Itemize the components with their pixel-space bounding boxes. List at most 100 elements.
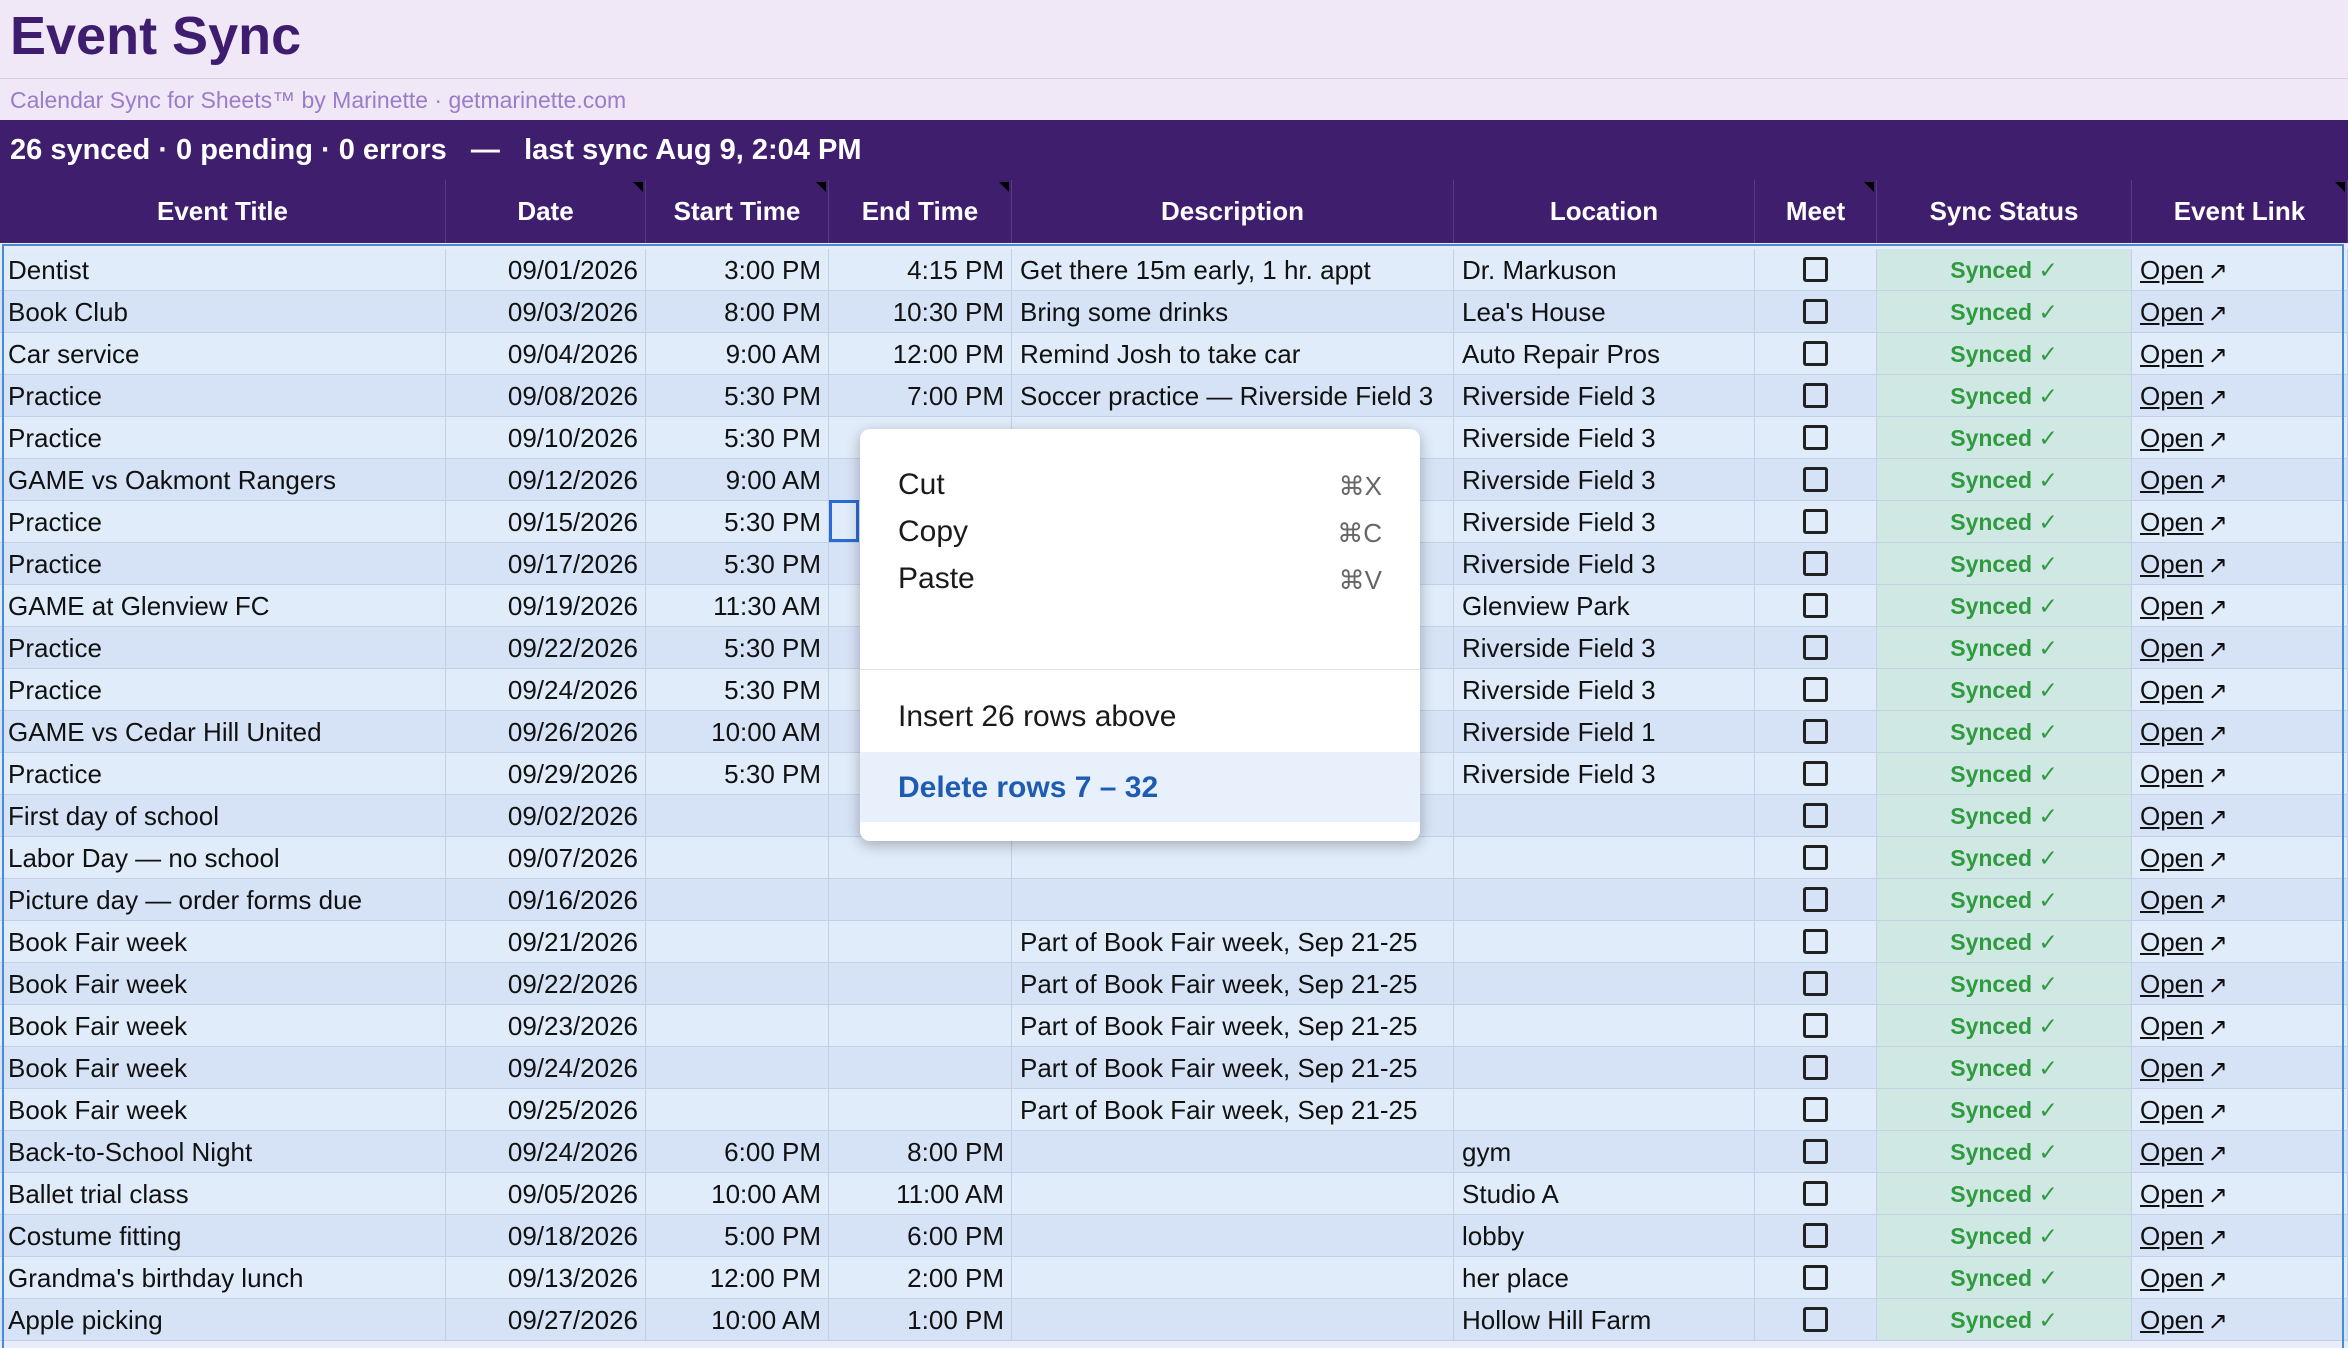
- cell-start-time[interactable]: 5:30 PM: [646, 375, 829, 417]
- cell-event-title[interactable]: Labor Day — no school: [0, 837, 446, 879]
- cell-event-link[interactable]: Open ↗: [2132, 627, 2348, 669]
- open-event-link[interactable]: Open: [2140, 843, 2204, 873]
- cell-meet[interactable]: [1755, 1299, 1877, 1341]
- open-event-link[interactable]: Open: [2140, 549, 2204, 579]
- cell-event-title[interactable]: Practice: [0, 501, 446, 543]
- cell-date[interactable]: 09/02/2026: [446, 795, 646, 837]
- cell-end-time[interactable]: [829, 837, 1012, 879]
- cell-event-title[interactable]: Book Fair week: [0, 1005, 446, 1047]
- meet-checkbox[interactable]: [1803, 887, 1828, 912]
- cell-start-time[interactable]: 10:00 AM: [646, 711, 829, 753]
- cell-description[interactable]: Part of Book Fair week, Sep 21-25: [1012, 1047, 1454, 1089]
- cell-event-title[interactable]: Book Fair week: [0, 963, 446, 1005]
- cell-date[interactable]: 09/24/2026: [446, 1047, 646, 1089]
- cell-location[interactable]: Glenview Park: [1454, 585, 1755, 627]
- cell-start-time[interactable]: 5:00 PM: [646, 1215, 829, 1257]
- cell-description[interactable]: Part of Book Fair week, Sep 21-25: [1012, 921, 1454, 963]
- cell-location[interactable]: Studio A: [1454, 1173, 1755, 1215]
- cell-meet[interactable]: [1755, 459, 1877, 501]
- filter-dropdown-icon[interactable]: [999, 182, 1009, 192]
- cell-date[interactable]: 09/01/2026: [446, 249, 646, 291]
- cell-meet[interactable]: [1755, 375, 1877, 417]
- cell-start-time[interactable]: [646, 1005, 829, 1047]
- cell-start-time[interactable]: [646, 1089, 829, 1131]
- cell-meet[interactable]: [1755, 501, 1877, 543]
- meet-checkbox[interactable]: [1803, 845, 1828, 870]
- cell-event-title[interactable]: GAME vs Oakmont Rangers: [0, 459, 446, 501]
- cell-location[interactable]: [1454, 1005, 1755, 1047]
- meet-checkbox[interactable]: [1803, 1181, 1828, 1206]
- cell-event-link[interactable]: Open ↗: [2132, 753, 2348, 795]
- cell-location[interactable]: her place: [1454, 1257, 1755, 1299]
- cell-location[interactable]: lobby: [1454, 1215, 1755, 1257]
- open-event-link[interactable]: Open: [2140, 591, 2204, 621]
- column-header-event-title[interactable]: Event Title: [0, 180, 446, 243]
- cell-event-title[interactable]: Dentist: [0, 249, 446, 291]
- cell-location[interactable]: [1454, 795, 1755, 837]
- column-header-description[interactable]: Description: [1012, 180, 1454, 243]
- meet-checkbox[interactable]: [1803, 803, 1828, 828]
- cell-location[interactable]: Riverside Field 3: [1454, 501, 1755, 543]
- open-event-link[interactable]: Open: [2140, 423, 2204, 453]
- cell-location[interactable]: Riverside Field 3: [1454, 627, 1755, 669]
- cell-meet[interactable]: [1755, 669, 1877, 711]
- cell-start-time[interactable]: 5:30 PM: [646, 417, 829, 459]
- cell-event-title[interactable]: Book Fair week: [0, 921, 446, 963]
- cell-event-title[interactable]: Book Club: [0, 291, 446, 333]
- cell-meet[interactable]: [1755, 921, 1877, 963]
- open-event-link[interactable]: Open: [2140, 675, 2204, 705]
- cell-description[interactable]: [1012, 1257, 1454, 1299]
- column-header-location[interactable]: Location: [1454, 180, 1755, 243]
- cell-location[interactable]: Riverside Field 3: [1454, 375, 1755, 417]
- cell-event-title[interactable]: Car service: [0, 333, 446, 375]
- cell-start-time[interactable]: 5:30 PM: [646, 501, 829, 543]
- cell-event-title[interactable]: GAME at Glenview FC: [0, 585, 446, 627]
- cell-date[interactable]: 09/25/2026: [446, 1089, 646, 1131]
- cell-date[interactable]: 09/07/2026: [446, 837, 646, 879]
- cell-meet[interactable]: [1755, 753, 1877, 795]
- cell-event-link[interactable]: Open ↗: [2132, 1131, 2348, 1173]
- meet-checkbox[interactable]: [1803, 1265, 1828, 1290]
- cell-start-time[interactable]: 6:00 PM: [646, 1131, 829, 1173]
- cell-location[interactable]: Dr. Markuson: [1454, 249, 1755, 291]
- cell-location[interactable]: Riverside Field 3: [1454, 753, 1755, 795]
- cell-event-title[interactable]: Book Fair week: [0, 1047, 446, 1089]
- cell-meet[interactable]: [1755, 333, 1877, 375]
- open-event-link[interactable]: Open: [2140, 633, 2204, 663]
- cell-meet[interactable]: [1755, 1257, 1877, 1299]
- cell-start-time[interactable]: 12:00 PM: [646, 1257, 829, 1299]
- cell-date[interactable]: 09/10/2026: [446, 417, 646, 459]
- cell-event-link[interactable]: Open ↗: [2132, 333, 2348, 375]
- open-event-link[interactable]: Open: [2140, 465, 2204, 495]
- cell-location[interactable]: [1454, 963, 1755, 1005]
- cell-start-time[interactable]: 9:00 AM: [646, 333, 829, 375]
- cell-date[interactable]: 09/13/2026: [446, 1257, 646, 1299]
- cell-event-link[interactable]: Open ↗: [2132, 585, 2348, 627]
- cell-meet[interactable]: [1755, 963, 1877, 1005]
- cell-description[interactable]: [1012, 837, 1454, 879]
- cell-event-title[interactable]: Practice: [0, 753, 446, 795]
- meet-checkbox[interactable]: [1803, 1223, 1828, 1248]
- cell-start-time[interactable]: 10:00 AM: [646, 1299, 829, 1341]
- cell-date[interactable]: 09/03/2026: [446, 291, 646, 333]
- cell-event-link[interactable]: Open ↗: [2132, 1089, 2348, 1131]
- cell-event-title[interactable]: Apple picking: [0, 1299, 446, 1341]
- cell-start-time[interactable]: [646, 963, 829, 1005]
- cell-event-title[interactable]: Practice: [0, 375, 446, 417]
- cell-end-time[interactable]: [829, 1047, 1012, 1089]
- open-event-link[interactable]: Open: [2140, 759, 2204, 789]
- column-header-date[interactable]: Date: [446, 180, 646, 243]
- cell-event-link[interactable]: Open ↗: [2132, 1215, 2348, 1257]
- cell-end-time[interactable]: 4:15 PM: [829, 249, 1012, 291]
- meet-checkbox[interactable]: [1803, 1097, 1828, 1122]
- cell-date[interactable]: 09/05/2026: [446, 1173, 646, 1215]
- open-event-link[interactable]: Open: [2140, 1221, 2204, 1251]
- cell-event-link[interactable]: Open ↗: [2132, 795, 2348, 837]
- cell-meet[interactable]: [1755, 837, 1877, 879]
- cell-event-title[interactable]: Practice: [0, 417, 446, 459]
- cell-meet[interactable]: [1755, 291, 1877, 333]
- open-event-link[interactable]: Open: [2140, 1137, 2204, 1167]
- cell-location[interactable]: Lea's House: [1454, 291, 1755, 333]
- cell-meet[interactable]: [1755, 543, 1877, 585]
- cell-end-time[interactable]: 6:00 PM: [829, 1215, 1012, 1257]
